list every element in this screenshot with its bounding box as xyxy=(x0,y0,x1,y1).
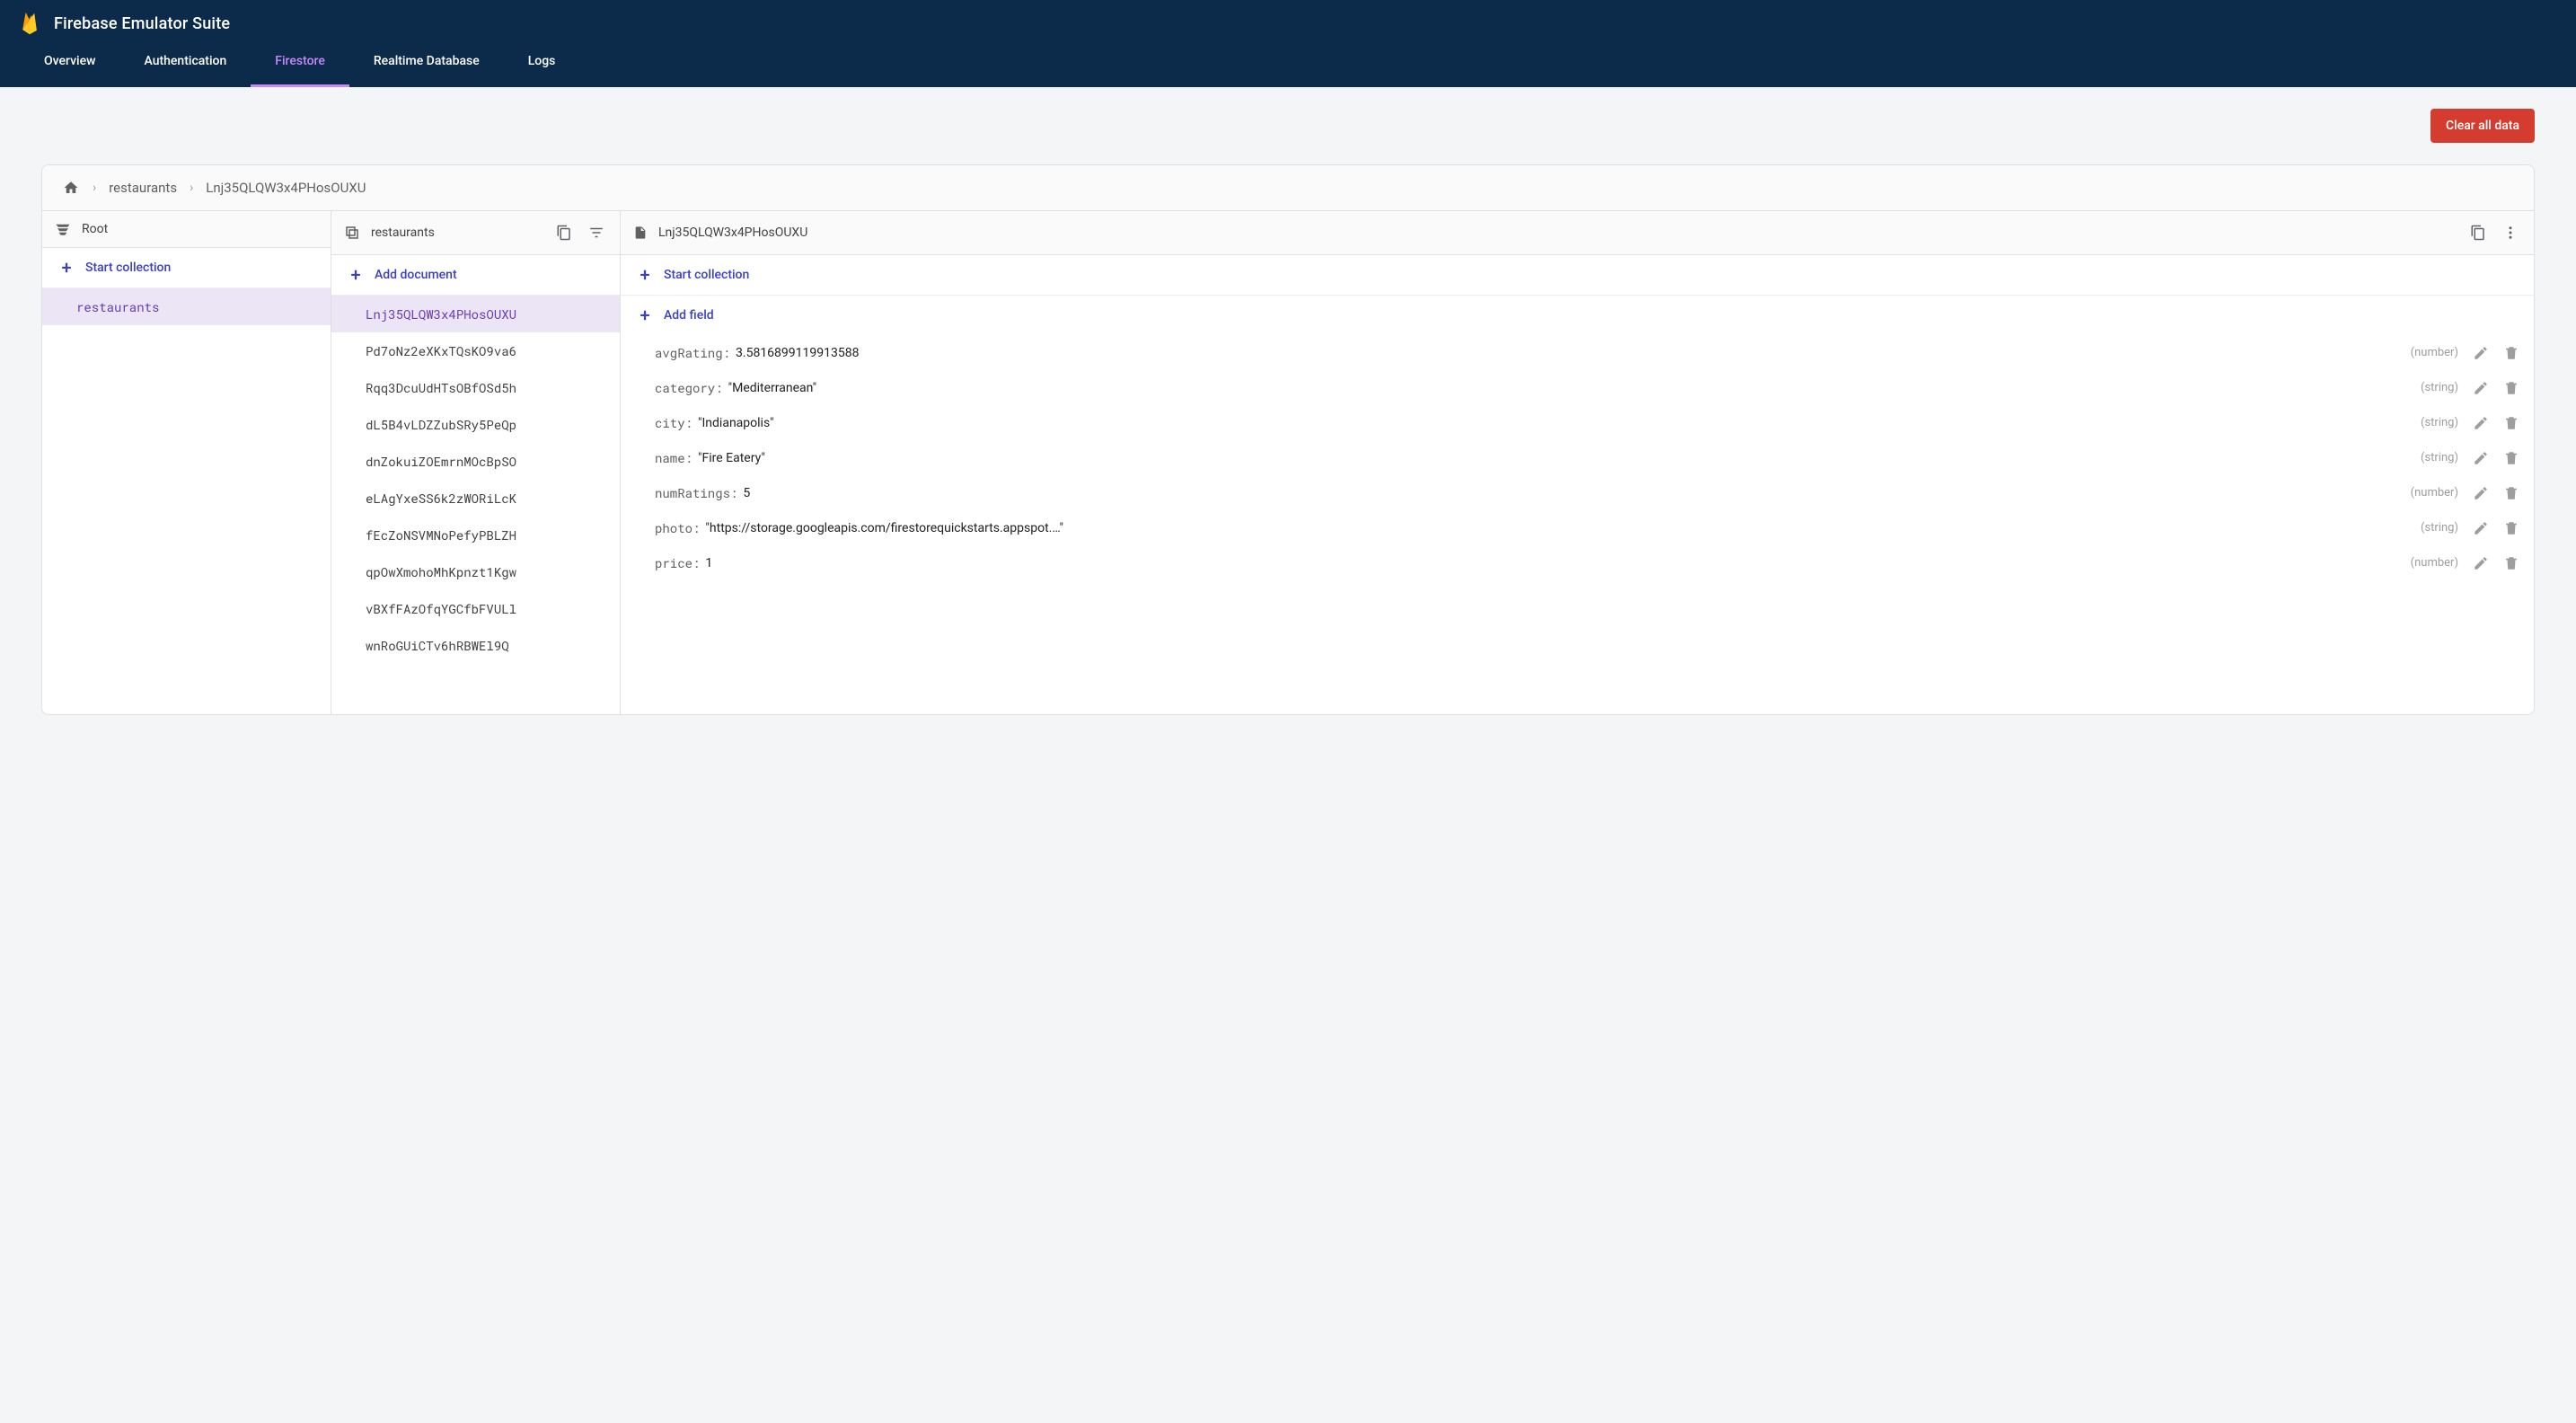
edit-icon[interactable] xyxy=(2473,345,2489,361)
copy-icon[interactable] xyxy=(553,222,575,243)
edit-icon[interactable] xyxy=(2473,450,2489,466)
field-value: "Mediterranean" xyxy=(728,381,817,395)
delete-icon[interactable] xyxy=(2503,415,2519,431)
document-icon xyxy=(633,225,648,241)
tab-realtime-database[interactable]: Realtime Database xyxy=(349,40,504,87)
field-row: city: "Indianapolis" (string) xyxy=(621,405,2534,440)
edit-icon[interactable] xyxy=(2473,520,2489,536)
fields-panel: Lnj35QLQW3x4PHosOUXU + Start collection … xyxy=(621,211,2534,714)
field-row: photo: "https://storage.googleapis.com/f… xyxy=(621,510,2534,545)
delete-icon[interactable] xyxy=(2503,345,2519,361)
field-key: avgRating: xyxy=(655,344,730,361)
delete-icon[interactable] xyxy=(2503,485,2519,501)
document-row[interactable]: fEcZoNSVMNoPefyPBLZH xyxy=(331,517,620,553)
breadcrumb: › restaurants › Lnj35QLQW3x4PHosOUXU xyxy=(42,165,2534,211)
tab-overview[interactable]: Overview xyxy=(20,40,119,87)
start-collection-button[interactable]: + Start collection xyxy=(621,255,2534,296)
field-value: "Indianapolis" xyxy=(698,416,774,430)
app-header: Firebase Emulator Suite OverviewAuthenti… xyxy=(0,0,2576,87)
field-type: (string) xyxy=(2415,451,2458,464)
document-row[interactable]: eLAgYxeSS6k2zWORiLcK xyxy=(331,480,620,517)
edit-icon[interactable] xyxy=(2473,415,2489,431)
clear-all-data-button[interactable]: Clear all data xyxy=(2430,109,2535,143)
app-title: Firebase Emulator Suite xyxy=(54,14,230,33)
edit-icon[interactable] xyxy=(2473,380,2489,396)
field-row: price: 1 (number) xyxy=(621,545,2534,580)
start-collection-button[interactable]: + Start collection xyxy=(42,248,331,288)
action-label: Add document xyxy=(375,268,457,282)
field-type: (string) xyxy=(2415,381,2458,394)
collections-list: restaurants xyxy=(42,288,331,325)
copy-icon[interactable] xyxy=(2467,222,2489,243)
field-row: avgRating: 3.5816899119913588 (number) xyxy=(621,335,2534,370)
home-icon[interactable] xyxy=(62,180,80,196)
document-row[interactable]: Rqq3DcuUdHTsOBfOSd5h xyxy=(331,369,620,406)
field-type: (string) xyxy=(2415,521,2458,535)
field-row: category: "Mediterranean" (string) xyxy=(621,370,2534,405)
field-type: (string) xyxy=(2415,416,2458,429)
tab-authentication[interactable]: Authentication xyxy=(119,40,251,87)
document-row[interactable]: wnRoGUiCTv6hRBWEl9Q xyxy=(331,627,620,664)
delete-icon[interactable] xyxy=(2503,520,2519,536)
fields-list: avgRating: 3.5816899119913588 (number) cat… xyxy=(621,335,2534,580)
edit-icon[interactable] xyxy=(2473,555,2489,571)
field-value: 5 xyxy=(743,486,750,500)
field-key: photo: xyxy=(655,519,700,536)
filter-icon[interactable] xyxy=(586,222,607,243)
tab-logs[interactable]: Logs xyxy=(504,40,580,87)
document-row[interactable]: vBXfFAzOfqYGCfbFVULl xyxy=(331,590,620,627)
add-document-button[interactable]: + Add document xyxy=(331,255,620,296)
collection-row[interactable]: restaurants xyxy=(42,288,331,325)
plus-icon: + xyxy=(60,259,73,277)
documents-list: Lnj35QLQW3x4PHosOUXUPd7oNz2eXKxTQsKO9va6… xyxy=(331,296,620,664)
breadcrumb-document[interactable]: Lnj35QLQW3x4PHosOUXU xyxy=(206,180,366,196)
action-label: Start collection xyxy=(664,268,749,282)
chevron-right-icon: › xyxy=(190,181,193,195)
root-icon xyxy=(55,223,71,235)
plus-icon: + xyxy=(349,266,362,284)
field-type: (number) xyxy=(2405,486,2458,499)
field-key: name: xyxy=(655,449,693,466)
firestore-data-card: › restaurants › Lnj35QLQW3x4PHosOUXU Roo… xyxy=(41,164,2535,715)
panel-title: restaurants xyxy=(371,225,543,240)
field-type: (number) xyxy=(2405,556,2458,570)
documents-panel: restaurants + Add document Lnj35QLQW3x4P… xyxy=(331,211,621,714)
field-type: (number) xyxy=(2405,346,2458,359)
field-key: price: xyxy=(655,554,700,571)
chevron-right-icon: › xyxy=(93,181,96,195)
field-row: name: "Fire Eatery" (string) xyxy=(621,440,2534,475)
field-key: city: xyxy=(655,414,693,431)
edit-icon[interactable] xyxy=(2473,485,2489,501)
panel-title: Root xyxy=(82,222,108,236)
field-value: 1 xyxy=(705,556,712,570)
document-row[interactable]: Lnj35QLQW3x4PHosOUXU xyxy=(331,296,620,332)
field-row: numRatings: 5 (number) xyxy=(621,475,2534,510)
root-panel: Root + Start collection restaurants xyxy=(42,211,331,714)
document-row[interactable]: dnZokuiZOEmrnMOcBpSO xyxy=(331,443,620,480)
tab-firestore[interactable]: Firestore xyxy=(251,40,349,87)
breadcrumb-collection[interactable]: restaurants xyxy=(109,180,177,196)
add-field-button[interactable]: + Add field xyxy=(621,296,2534,335)
action-label: Start collection xyxy=(85,261,171,275)
document-row[interactable]: Pd7oNz2eXKxTQsKO9va6 xyxy=(331,332,620,369)
field-value: 3.5816899119913588 xyxy=(736,346,859,360)
delete-icon[interactable] xyxy=(2503,450,2519,466)
field-key: category: xyxy=(655,379,723,396)
firebase-logo-icon xyxy=(20,11,40,36)
field-value: "Fire Eatery" xyxy=(698,451,765,465)
plus-icon: + xyxy=(639,306,651,324)
collection-icon xyxy=(344,225,360,241)
document-row[interactable]: dL5B4vLDZZubSRy5PeQp xyxy=(331,406,620,443)
panel-title: Lnj35QLQW3x4PHosOUXU xyxy=(658,225,2457,240)
more-icon[interactable] xyxy=(2500,222,2521,243)
field-value: "https://storage.googleapis.com/firestor… xyxy=(705,521,1063,535)
delete-icon[interactable] xyxy=(2503,555,2519,571)
field-key: numRatings: xyxy=(655,484,737,501)
nav-tabs: OverviewAuthenticationFirestoreRealtime … xyxy=(0,40,2576,87)
delete-icon[interactable] xyxy=(2503,380,2519,396)
action-label: Add field xyxy=(664,308,714,323)
plus-icon: + xyxy=(639,266,651,284)
document-row[interactable]: qpOwXmohoMhKpnzt1Kgw xyxy=(331,553,620,590)
